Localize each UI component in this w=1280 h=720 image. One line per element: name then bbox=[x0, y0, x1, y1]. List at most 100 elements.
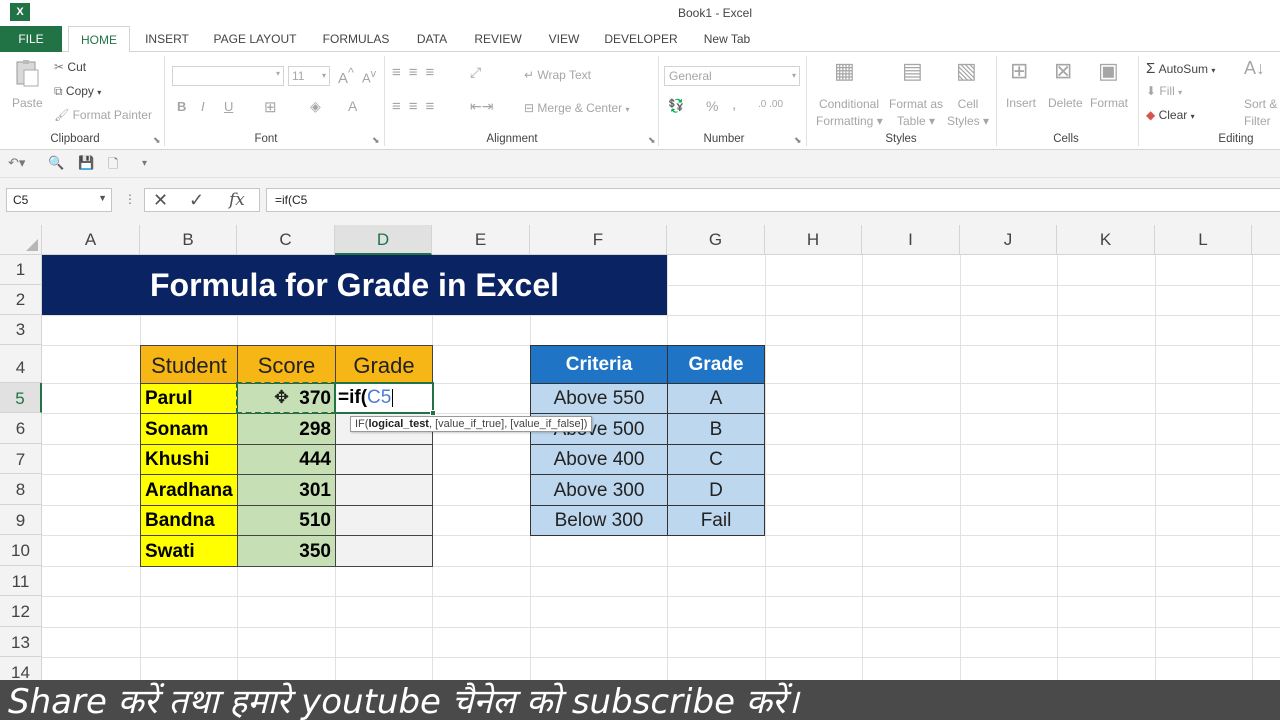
row-header[interactable]: 5 bbox=[0, 383, 42, 413]
tooltip-function-name[interactable]: IF( bbox=[355, 418, 368, 430]
conditional-formatting-button[interactable]: Conditional Formatting ▾ bbox=[816, 96, 883, 130]
grow-font-button[interactable]: A^ bbox=[338, 66, 354, 87]
clipboard-launcher-icon[interactable]: ⬊ bbox=[153, 135, 161, 146]
number-format-select[interactable]: General ▾ bbox=[664, 66, 800, 86]
criteria-cell[interactable]: Above 400 bbox=[530, 444, 668, 475]
delete-cells-button[interactable]: Delete bbox=[1048, 96, 1083, 110]
table-header[interactable]: Score bbox=[237, 345, 336, 384]
row-header[interactable]: 1 bbox=[0, 255, 42, 285]
score-cell[interactable]: 510 bbox=[237, 505, 336, 536]
merge-center-button[interactable]: ⊟ Merge & Center ▾ bbox=[524, 101, 629, 115]
borders-icon[interactable]: ⊞ bbox=[264, 98, 277, 116]
tab-view[interactable]: VIEW bbox=[540, 26, 588, 52]
student-name-cell[interactable]: Sonam bbox=[140, 413, 238, 445]
chevron-down-icon[interactable]: ▼ bbox=[98, 193, 107, 203]
autosum-button[interactable]: Σ AutoSum ▾ bbox=[1146, 60, 1215, 77]
enter-check-icon[interactable]: ✓ bbox=[189, 190, 204, 211]
row-header[interactable]: 14 bbox=[0, 657, 42, 680]
grade-value-cell[interactable]: Fail bbox=[667, 505, 765, 536]
font-size-select[interactable]: 11 ▾ bbox=[288, 66, 330, 86]
format-cells-button[interactable]: Format bbox=[1090, 96, 1128, 110]
column-header[interactable]: E bbox=[432, 225, 530, 255]
table-header[interactable]: Student bbox=[140, 345, 238, 384]
insert-function-icon[interactable]: fx bbox=[229, 190, 245, 210]
score-cell[interactable]: 301 bbox=[237, 474, 336, 506]
column-header[interactable]: F bbox=[530, 225, 667, 255]
grade-value-cell[interactable]: C bbox=[667, 444, 765, 475]
customize-qat-icon[interactable]: ▾ bbox=[142, 158, 147, 169]
underline-button[interactable]: U bbox=[224, 99, 233, 114]
tab-new-tab[interactable]: New Tab bbox=[694, 26, 760, 52]
cell-styles-button[interactable]: Cell Styles ▾ bbox=[946, 96, 990, 130]
score-cell[interactable]: 350 bbox=[237, 535, 336, 567]
tooltip-current-arg[interactable]: logical_test bbox=[368, 418, 429, 430]
format-as-table-button[interactable]: Format as Table ▾ bbox=[886, 96, 946, 130]
clear-button[interactable]: ◆ Clear ▾ bbox=[1146, 108, 1195, 122]
tab-developer[interactable]: DEVELOPER bbox=[600, 26, 682, 52]
tab-insert[interactable]: INSERT bbox=[138, 26, 196, 52]
comma-button[interactable]: , bbox=[732, 96, 736, 113]
number-launcher-icon[interactable]: ⬊ bbox=[794, 135, 802, 146]
tab-formulas[interactable]: FORMULAS bbox=[314, 26, 398, 52]
save-icon[interactable]: 💾 bbox=[78, 155, 94, 171]
row-header[interactable]: 11 bbox=[0, 566, 42, 596]
grade-value-cell[interactable]: A bbox=[667, 383, 765, 414]
grade-cell[interactable] bbox=[335, 444, 433, 475]
criteria-cell[interactable]: Above 550 bbox=[530, 383, 668, 414]
column-header[interactable]: B bbox=[140, 225, 237, 255]
bold-button[interactable]: B bbox=[177, 99, 186, 114]
cut-button[interactable]: ✂ Cut bbox=[54, 60, 86, 74]
column-header[interactable]: C bbox=[237, 225, 335, 255]
tab-page-layout[interactable]: PAGE LAYOUT bbox=[208, 26, 302, 52]
font-name-select[interactable]: ▾ bbox=[172, 66, 284, 86]
shrink-font-button[interactable]: Av bbox=[362, 68, 376, 85]
grade-value-cell[interactable]: D bbox=[667, 474, 765, 506]
column-header[interactable]: H bbox=[765, 225, 862, 255]
row-header[interactable]: 2 bbox=[0, 285, 42, 315]
insert-cells-button[interactable]: Insert bbox=[1006, 96, 1036, 110]
column-header[interactable]: A bbox=[42, 225, 140, 255]
paste-button[interactable] bbox=[12, 58, 42, 88]
print-preview-icon[interactable]: 🔍 bbox=[48, 155, 64, 171]
undo-icon[interactable]: ↶▾ bbox=[8, 155, 25, 171]
format-painter-button[interactable]: 🖌 Format Painter bbox=[54, 108, 152, 122]
table-header[interactable]: Criteria bbox=[530, 345, 668, 384]
row-header[interactable]: 3 bbox=[0, 315, 42, 345]
criteria-cell[interactable]: Below 300 bbox=[530, 505, 668, 536]
formula-input[interactable]: =if(C5 bbox=[266, 188, 1280, 212]
fill-color-icon[interactable]: ◈ bbox=[310, 98, 321, 115]
grade-cell[interactable] bbox=[335, 535, 433, 567]
decimal-icons[interactable]: .0 .00 bbox=[758, 99, 783, 110]
grade-value-cell[interactable]: B bbox=[667, 413, 765, 445]
tooltip-remaining-args[interactable]: , [value_if_true], [value_if_false]) bbox=[429, 418, 587, 430]
splitter-dots-icon[interactable]: ⋮ bbox=[124, 192, 136, 206]
new-document-icon[interactable]: 🗋 bbox=[108, 155, 118, 177]
column-header[interactable]: D bbox=[335, 225, 432, 255]
column-header[interactable]: G bbox=[667, 225, 765, 255]
row-header[interactable]: 6 bbox=[0, 413, 42, 444]
tab-file[interactable]: FILE bbox=[0, 26, 62, 52]
student-name-cell[interactable]: Parul bbox=[140, 383, 238, 414]
vertical-align-icons[interactable]: ≡≡≡ bbox=[392, 64, 442, 81]
column-header[interactable]: J bbox=[960, 225, 1057, 255]
student-name-cell[interactable]: Swati bbox=[140, 535, 238, 567]
student-name-cell[interactable]: Aradhana bbox=[140, 474, 238, 506]
worksheet-grid[interactable]: A B C D E F G H I J K L 1 2 3 4 5 6 7 8 … bbox=[0, 225, 1280, 680]
copy-button[interactable]: ⧉ Copy ▾ bbox=[54, 84, 101, 99]
grade-cell[interactable] bbox=[335, 505, 433, 536]
grade-cell[interactable] bbox=[335, 474, 433, 506]
horizontal-align-icons[interactable]: ≡≡≡ bbox=[392, 98, 442, 115]
active-cell-editor[interactable]: =if(C5 bbox=[334, 382, 434, 414]
tab-home[interactable]: HOME bbox=[68, 26, 130, 53]
score-cell[interactable]: 298 bbox=[237, 413, 336, 445]
criteria-cell[interactable]: Above 300 bbox=[530, 474, 668, 506]
student-name-cell[interactable]: Bandna bbox=[140, 505, 238, 536]
table-header[interactable]: Grade bbox=[667, 345, 765, 384]
orientation-icon[interactable]: ⤢ bbox=[470, 64, 481, 81]
column-header[interactable]: I bbox=[862, 225, 960, 255]
row-header[interactable]: 13 bbox=[0, 627, 42, 657]
row-header[interactable]: 10 bbox=[0, 535, 42, 566]
function-tooltip[interactable]: IF(logical_test, [value_if_true], [value… bbox=[350, 416, 593, 432]
font-launcher-icon[interactable]: ⬊ bbox=[372, 135, 380, 146]
indent-icons[interactable]: ⇤⇥ bbox=[470, 98, 493, 115]
